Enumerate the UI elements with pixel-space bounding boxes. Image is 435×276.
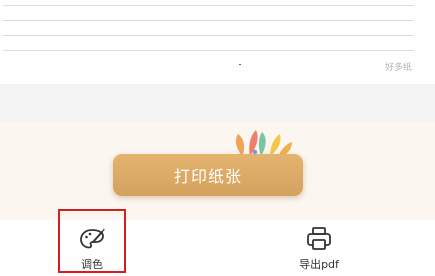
paper-preview: 好多纸 <box>0 0 435 84</box>
ruled-line <box>3 5 414 6</box>
highlight-box <box>58 209 126 273</box>
print-paper-button[interactable]: 打印纸张 <box>113 154 303 196</box>
separator-band <box>0 84 435 122</box>
ruled-line <box>3 35 414 36</box>
ruled-line <box>3 50 414 51</box>
paper-dot <box>239 64 241 65</box>
export-pdf-label: 导出pdf <box>299 258 339 271</box>
ruled-line <box>3 20 414 21</box>
export-pdf-button[interactable]: 导出pdf <box>274 220 364 276</box>
printer-icon <box>307 227 331 250</box>
paper-watermark: 好多纸 <box>384 63 412 73</box>
